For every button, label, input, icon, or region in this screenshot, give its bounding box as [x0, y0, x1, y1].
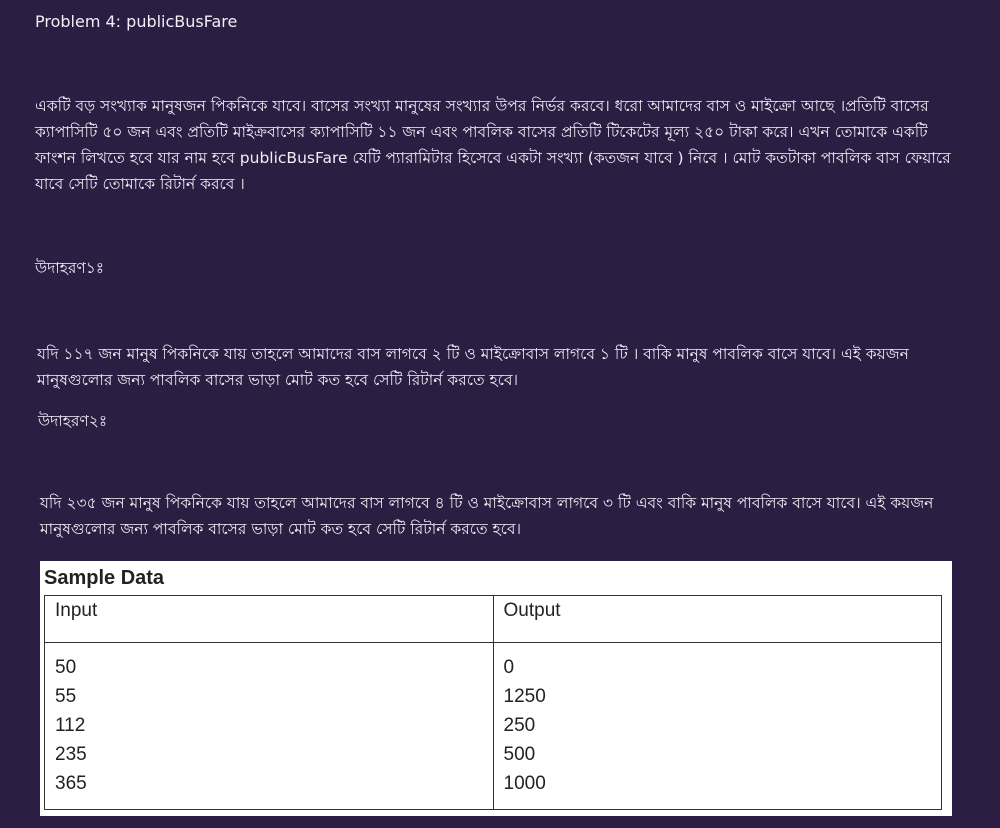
example2-text: যদি ২৩৫ জন মানুষ পিকনিকে যায় তাহলে আমাদ…: [40, 494, 934, 538]
problem-description: একটি বড় সংখ্যাক মানুষজন পিকনিকে যাবে। ব…: [35, 97, 951, 193]
sample-data-table: Input Output 50 55 112 235 365 0 1250 25…: [44, 595, 942, 810]
sample-data-title: Sample Data: [44, 567, 165, 589]
example2-label: উদাহরণ২ঃ: [38, 412, 108, 430]
problem-title: Problem 4: publicBusFare: [35, 12, 238, 31]
example1-label: উদাহরণ১ঃ: [35, 259, 105, 277]
header-input: Input: [44, 595, 494, 643]
input-values: 50 55 112 235 365: [44, 642, 494, 810]
output-values: 0 1250 250 500 1000: [492, 642, 942, 810]
example1-text: যদি ১১৭ জন মানুষ পিকনিকে যায় তাহলে আমাদ…: [37, 345, 909, 389]
header-output: Output: [492, 595, 942, 643]
sample-data-box: Sample Data Input Output 50 55 112 235 3…: [40, 561, 952, 816]
